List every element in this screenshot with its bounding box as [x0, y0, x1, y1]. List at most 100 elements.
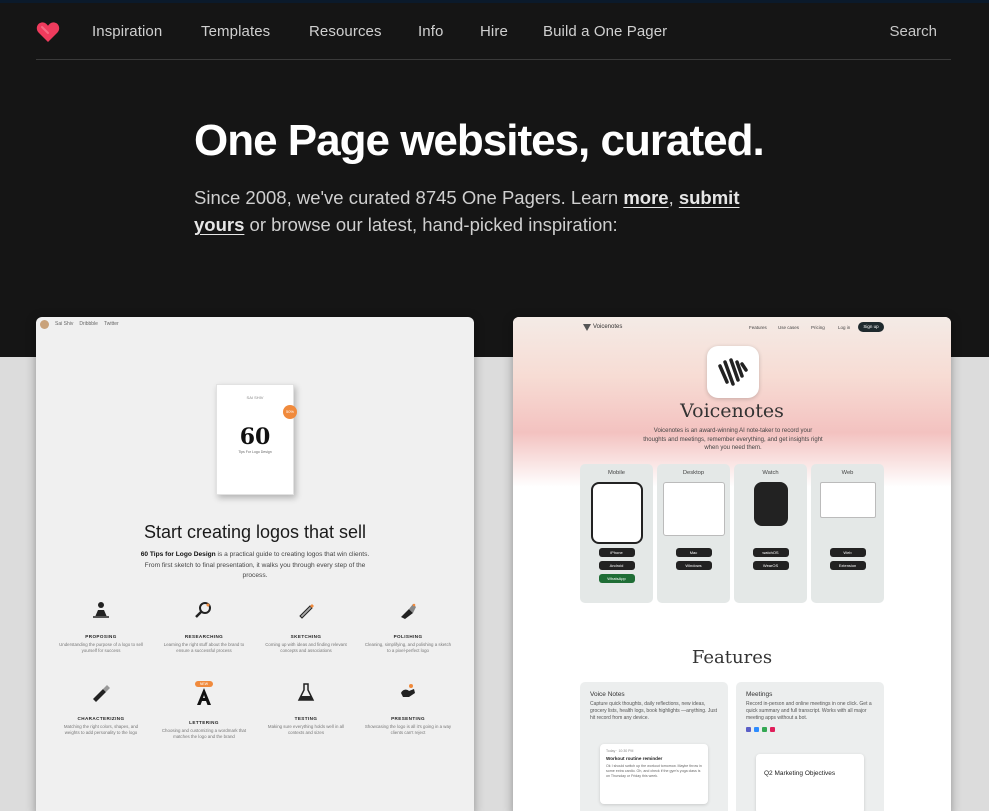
nav-build-one-pager[interactable]: Build a One Pager	[543, 23, 667, 40]
pencil-icon	[299, 604, 314, 619]
nav-resources[interactable]: Resources	[309, 23, 382, 40]
meeting-app-icons	[746, 727, 775, 732]
waveform-icon	[718, 358, 748, 386]
note-card: Today · 10:30 PM Workout routine reminde…	[600, 744, 708, 804]
preview-app-name: Voicenotes	[680, 400, 784, 422]
nav-hire[interactable]: Hire	[480, 23, 508, 40]
meeting-title: Q2 Marketing Objectives	[764, 770, 836, 777]
platform-button: iPhone	[598, 548, 635, 557]
meet-icon	[762, 727, 767, 732]
feature-text: Understanding the purpose of a logo to s…	[59, 642, 143, 653]
feature-voice-notes: Voice Notes Capture quick thoughts, dail…	[580, 682, 728, 811]
feature-item: CHARACTERIZING Matching the right colors…	[56, 681, 146, 736]
platform-desktop: Desktop Mac Windows	[657, 464, 730, 603]
learn-more-link[interactable]: more	[623, 187, 668, 208]
desktop-mockup	[662, 482, 725, 536]
preview-headline: Start creating logos that sell	[143, 522, 367, 542]
preview-nav-link: Features	[749, 325, 767, 330]
preview-nav-link: Log in	[838, 325, 851, 330]
platform-label: Watch	[762, 470, 779, 476]
feature-item: SKETCHING Coming up with ideas and findi…	[261, 599, 351, 654]
feature-title: RESEARCHING	[184, 634, 224, 639]
pen-tool-icon	[401, 603, 416, 619]
platform-button: Mac	[675, 548, 712, 557]
feature-card-title: Meetings	[746, 691, 773, 698]
meeting-card: Q2 Marketing Objectives	[756, 754, 864, 811]
book-subtitle: Tips For Logo Design	[238, 450, 272, 454]
feature-meetings: Meetings Record in-person and online mee…	[736, 682, 884, 811]
hero-sub-text: Since 2008, we've curated 8745 One Pager…	[194, 187, 624, 208]
magnifier-icon	[195, 602, 211, 618]
feature-item: NEW LETTERING Choosing and customizing a…	[159, 681, 249, 740]
feature-text: Matching the right colors, shapes, and w…	[63, 724, 139, 735]
nav-search[interactable]: Search	[889, 23, 937, 40]
hero-sub-text-end: or browse our latest, hand-picked inspir…	[244, 214, 618, 235]
hero-sub-comma: ,	[668, 187, 679, 208]
feature-title: TESTING	[294, 716, 318, 721]
site-card-60-tips-logo-design[interactable]: Sai Shiv Dribbble Twitter SAI SHIV 60 Ti…	[36, 317, 474, 811]
discount-badge: 50%	[283, 405, 297, 419]
feature-item: POLISHING Cleaning, simplifying, and pol…	[363, 599, 453, 654]
page-title: One Page websites, curated.	[194, 116, 765, 165]
feature-text: Cleaning, simplifying, and polishing a s…	[364, 642, 452, 653]
site-card-voicenotes[interactable]: Voicenotes Features Use cases Pricing Lo…	[513, 317, 951, 811]
platform-button: Web	[829, 548, 866, 557]
platform-label: Desktop	[682, 470, 705, 476]
platform-label: Web	[841, 470, 854, 476]
feature-text: Choosing and customizing a wordmark that…	[161, 728, 247, 739]
preview-brand: Voicenotes	[593, 324, 623, 330]
book-author: SAI SHIV	[246, 395, 264, 400]
platform-mobile: Mobile iPhone Android WhatsApp	[580, 464, 653, 603]
feature-text: Coming up with ideas and finding relevan…	[265, 642, 347, 653]
note-title: Workout routine reminder	[606, 756, 663, 761]
nav-info[interactable]: Info	[418, 23, 443, 40]
preview-signup-button: Sign up	[858, 322, 884, 332]
feature-title: POLISHING	[393, 634, 423, 639]
feature-item: TESTING Making sure everything holds wel…	[261, 681, 351, 736]
platform-watch: Watch watchOS WearOS	[734, 464, 807, 603]
preview-nav-link: Pricing	[811, 325, 825, 330]
hand-presenting-icon	[401, 684, 415, 697]
feature-card-text: Capture quick thoughts, daily reflection…	[590, 701, 718, 721]
feature-title: PROPOSING	[85, 634, 117, 639]
feature-text: Showcasing the logo is all it's going in…	[364, 724, 452, 735]
letter-a-icon	[197, 688, 211, 705]
voicenotes-app-icon	[707, 346, 759, 398]
author-name: Sai Shiv	[55, 321, 74, 327]
top-nav: Inspiration Templates Resources Info Hir…	[36, 3, 951, 60]
card-preview-header: Sai Shiv Dribbble Twitter	[36, 317, 474, 331]
feature-title: SKETCHING	[290, 634, 322, 639]
platform-button: Extension	[829, 561, 866, 570]
feature-text: Making sure everything holds well in all…	[267, 724, 345, 735]
preview-desc-bold: 60 Tips for Logo Design	[140, 551, 216, 558]
platform-web: Web Web Extension	[811, 464, 884, 603]
hero-subtitle: Since 2008, we've curated 8745 One Pager…	[194, 184, 764, 238]
feature-card-text: Record in-person and online meetings in …	[746, 701, 872, 721]
preview-description: 60 Tips for Logo Design is a practical g…	[136, 550, 374, 582]
book-cover: SAI SHIV 60 Tips For Logo Design	[216, 384, 294, 495]
platform-button: WhatsApp	[598, 574, 635, 583]
teams-icon	[746, 727, 751, 732]
watch-mockup	[753, 482, 788, 526]
brush-icon	[93, 685, 110, 702]
heart-logo-icon[interactable]	[36, 21, 60, 43]
nav-templates[interactable]: Templates	[201, 23, 270, 40]
web-mockup	[819, 482, 876, 518]
feature-title: CHARACTERIZING	[77, 716, 125, 721]
features-heading: Features	[691, 647, 773, 668]
feature-card-title: Voice Notes	[590, 691, 625, 698]
nav-inspiration[interactable]: Inspiration	[92, 23, 162, 40]
feature-title: PRESENTING	[391, 716, 425, 721]
phone-mockup	[590, 482, 643, 544]
voicenotes-logo-icon	[583, 324, 591, 331]
person-drawing-icon	[93, 602, 109, 618]
platform-button: watchOS	[752, 548, 789, 557]
feature-text: Learning the right stuff about the brand…	[163, 642, 245, 653]
note-text: Ok I should switch up the workout tomorr…	[606, 764, 702, 778]
twitter-link: Twitter	[103, 321, 119, 327]
feature-item: PROPOSING Understanding the purpose of a…	[56, 599, 146, 654]
zoom-icon	[754, 727, 759, 732]
platform-button: Android	[598, 561, 635, 570]
preview-nav-link: Use cases	[778, 325, 800, 330]
platform-label: Mobile	[607, 470, 626, 476]
